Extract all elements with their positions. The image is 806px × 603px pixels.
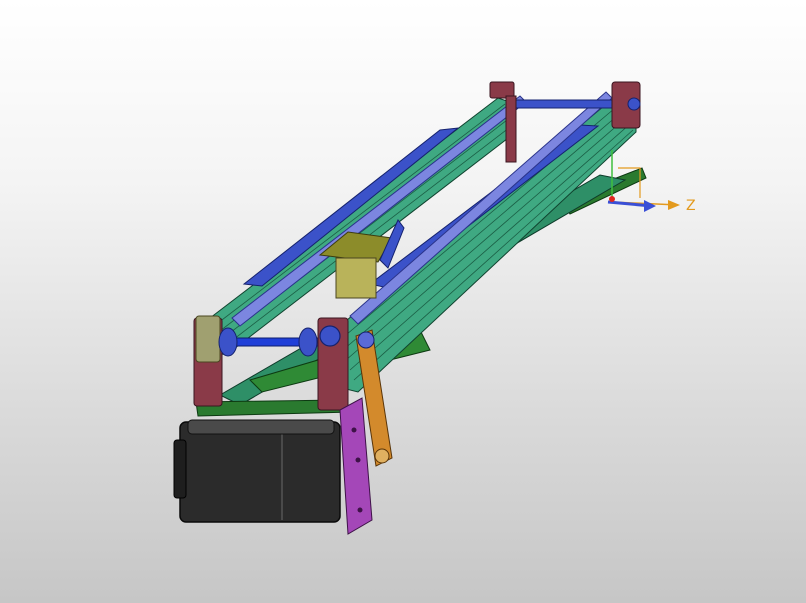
motor-mount-hole-top (351, 427, 357, 433)
crank-lower-pivot (374, 448, 390, 464)
carriage-body (335, 257, 377, 299)
motor-mount-hole-mid (355, 457, 361, 463)
crank-upper-pivot (357, 331, 375, 349)
near-left-end-cap (195, 315, 221, 363)
far-cross-shaft (515, 99, 619, 109)
motor-mount-plate (339, 397, 373, 535)
stepper-motor-body (179, 421, 341, 523)
stepper-motor-rear-cap (173, 439, 187, 499)
far-left-post (505, 95, 517, 163)
triad-x-arrow (644, 200, 656, 212)
conveyor-assembly-model[interactable]: Z (0, 0, 806, 603)
motor-mount-hole-bottom (357, 507, 363, 513)
cad-3d-viewport[interactable]: Z (0, 0, 806, 603)
stepper-motor-top-face (187, 419, 335, 435)
triad-origin (609, 196, 615, 202)
triad-z-label: Z (686, 198, 696, 214)
near-right-bearing (319, 325, 341, 347)
near-right-pulley (298, 327, 318, 357)
triad-z-arrow (668, 200, 680, 210)
near-left-pulley (218, 327, 238, 357)
far-right-bearing (627, 97, 641, 111)
